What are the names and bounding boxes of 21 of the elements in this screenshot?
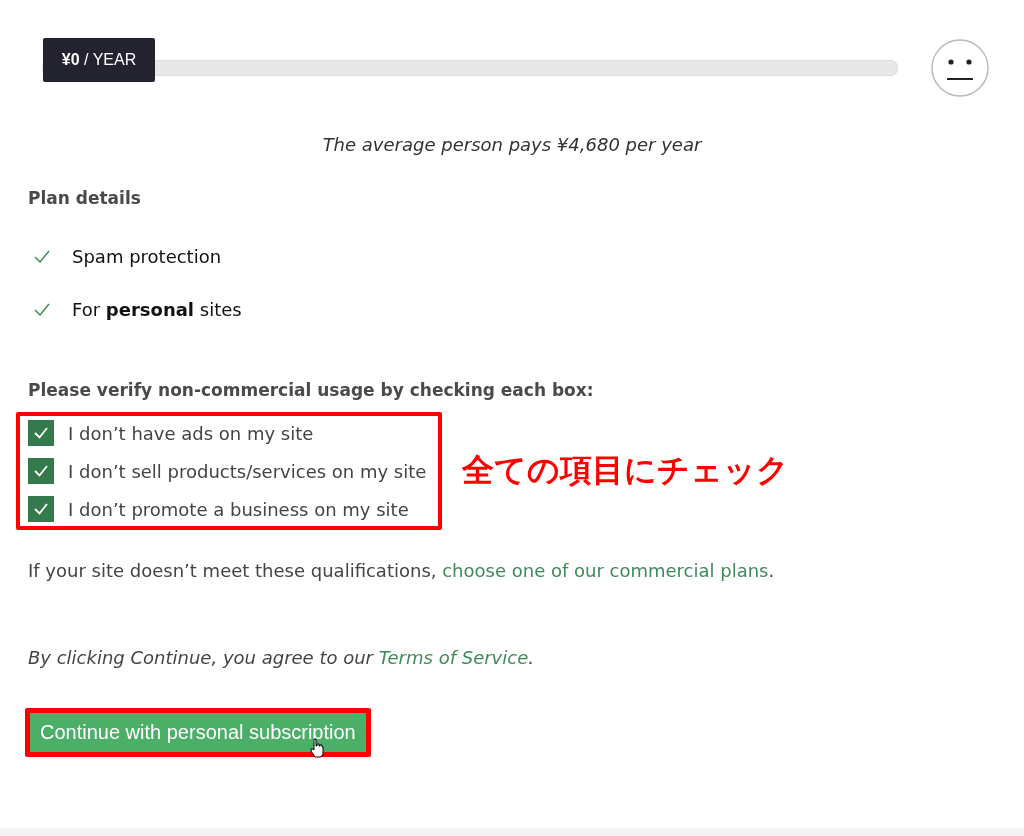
feature-text: Spam protection	[72, 246, 222, 267]
neutral-face-icon	[930, 38, 990, 98]
checkbox-label: I don’t promote a business on my site	[68, 498, 409, 520]
checkbox-label: I don’t sell products/services on my site	[68, 460, 427, 482]
checkbox[interactable]	[28, 496, 54, 522]
check-icon	[34, 249, 50, 264]
qualification-note: If your site doesn’t meet these qualifications, choose one of our commercial plans.	[28, 560, 776, 581]
checkbox[interactable]	[28, 458, 54, 484]
terms-link[interactable]: Terms of Service	[378, 647, 529, 668]
terms-note: By clicking Continue, you agree to our Terms of Service.	[28, 647, 535, 668]
verification-heading: Please verify non-commercial usage by checking each box:	[28, 380, 595, 400]
plan-details-heading: Plan details	[28, 188, 142, 208]
price-slider-handle[interactable]: ¥0 / YEAR	[43, 38, 155, 82]
annotation-text: 全ての項目にチェック	[462, 450, 790, 491]
checkbox[interactable]	[28, 420, 54, 446]
average-price-note: The average person pays ¥4,680 per year	[321, 134, 704, 155]
checkbox-label: I don’t have ads on my site	[68, 422, 314, 444]
feature-text: For personal sites	[72, 299, 242, 320]
check-icon	[34, 302, 50, 317]
continue-button[interactable]: Continue with personal subscription	[30, 713, 366, 752]
commercial-plans-link[interactable]: choose one of our commercial plans	[442, 560, 769, 581]
